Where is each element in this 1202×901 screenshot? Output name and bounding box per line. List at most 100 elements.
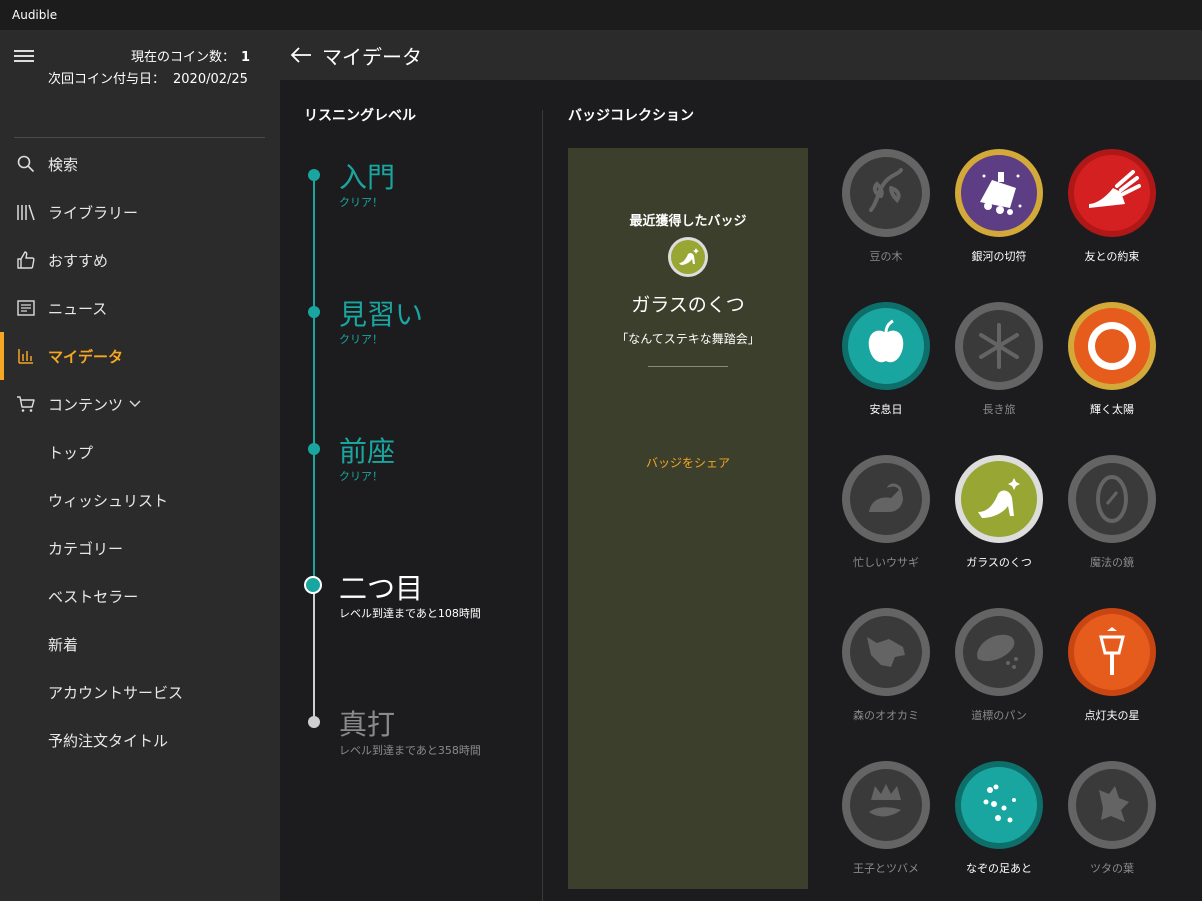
badge-item[interactable]: 豆の木: [836, 148, 936, 288]
sidebar-item-label: ライブラリー: [48, 203, 139, 222]
title-bar: Audible: [0, 0, 1202, 30]
recent-badge-quote: 「なんてステキな舞踏会」: [616, 332, 760, 346]
sun-icon: [1068, 302, 1156, 390]
sidebar-item-label: ウィッシュリスト: [48, 491, 169, 510]
coin-count: 現在のコイン数： 1: [131, 46, 250, 65]
crown-bird-icon: [842, 761, 930, 849]
badge-item[interactable]: 銀河の切符: [949, 148, 1049, 288]
wolf-icon: [842, 608, 930, 696]
sidebar-item-label: 予約注文タイトル: [48, 731, 169, 750]
level-status: レベル到達まであと358時間: [339, 744, 481, 757]
level-status: クリア！: [339, 470, 383, 483]
glass-slipper-icon: [667, 236, 709, 278]
badge-item[interactable]: 友との約束: [1062, 148, 1162, 288]
window-title: Audible: [12, 8, 58, 22]
badge-item[interactable]: ガラスのくつ: [949, 454, 1049, 594]
recent-badge-name: ガラスのくつ: [631, 294, 745, 316]
chevron-down-icon: [129, 400, 141, 408]
badge-label: 道標のパン: [971, 709, 1027, 722]
share-badge-link[interactable]: バッジをシェア: [568, 454, 808, 471]
bread-icon: [955, 608, 1043, 696]
level-name: 真打: [339, 708, 396, 741]
next-coin-value: 2020/02/25: [173, 72, 248, 87]
snowflake-icon: [955, 302, 1043, 390]
level-dot-cleared: [308, 443, 320, 455]
sidebar-item-mydata[interactable]: マイデータ: [0, 332, 280, 380]
sidebar-item-label: コンテンツ: [48, 395, 124, 414]
badge-label: ガラスのくつ: [966, 556, 1032, 569]
next-coin-date: 次回コイン付与日： 2020/02/25: [48, 68, 248, 87]
badge-label: 森のオオカミ: [853, 709, 919, 722]
badge-label: 魔法の鏡: [1090, 556, 1134, 569]
sidebar-item-wishlist[interactable]: ウィッシュリスト: [0, 476, 280, 524]
sidebar-item-label: トップ: [48, 443, 94, 462]
timeline-line-remaining: [313, 585, 315, 721]
badge-label: 友との約束: [1084, 250, 1140, 263]
ivy-leaf-icon: [1068, 761, 1156, 849]
badge-label: 輝く太陽: [1090, 403, 1134, 416]
level-status: クリア！: [339, 333, 383, 346]
sidebar: 現在のコイン数： 1 次回コイン付与日： 2020/02/25 検索 ライブラリー …: [0, 30, 280, 901]
badge-item[interactable]: 魔法の鏡: [1062, 454, 1162, 594]
main-content: リスニングレベル 入門 クリア！ 見習い クリア！ 前座 クリア！ 二つ目 レベ…: [280, 80, 1202, 901]
apple-icon: [842, 302, 930, 390]
sidebar-item-news[interactable]: ニュース: [0, 284, 280, 332]
section-divider: [542, 110, 543, 901]
sidebar-item-top[interactable]: トップ: [0, 428, 280, 476]
back-arrow-icon[interactable]: [290, 44, 312, 66]
news-icon: [16, 298, 36, 318]
sidebar-item-label: カテゴリー: [48, 539, 124, 558]
sidebar-item-label: ベストセラー: [48, 587, 139, 606]
badge-item[interactable]: 長き旅: [949, 301, 1049, 441]
badge-item[interactable]: なぞの足あと: [949, 760, 1049, 900]
badge-label: 忙しいウサギ: [853, 556, 919, 569]
library-icon: [16, 202, 36, 222]
level-name: 見習い: [339, 298, 424, 331]
badge-label: 王子とツバメ: [853, 862, 919, 875]
sidebar-item-categories[interactable]: カテゴリー: [0, 524, 280, 572]
listening-level-title: リスニングレベル: [304, 108, 416, 124]
level-dot-current: [304, 576, 322, 594]
badge-label: ツタの葉: [1090, 862, 1134, 875]
street-lamp-icon: [1068, 608, 1156, 696]
page-header: マイデータ: [280, 30, 1202, 80]
badge-item[interactable]: 忙しいウサギ: [836, 454, 936, 594]
sidebar-item-search[interactable]: 検索: [0, 140, 280, 188]
badge-collection-title: バッジコレクション: [568, 108, 694, 124]
level-status: レベル到達まであと108時間: [339, 607, 481, 620]
hamburger-menu-icon[interactable]: [14, 50, 34, 64]
sidebar-item-new-releases[interactable]: 新着: [0, 620, 280, 668]
bar-chart-icon: [16, 346, 36, 366]
recent-badge-panel: 最近獲得したバッジ ガラスのくつ 「なんてステキな舞踏会」 バッジをシェア: [568, 148, 808, 889]
cart-icon: [16, 394, 36, 414]
badge-item[interactable]: 安息日: [836, 301, 936, 441]
sidebar-item-recommendations[interactable]: おすすめ: [0, 236, 280, 284]
recent-badge-divider: [648, 366, 728, 367]
badge-item[interactable]: 点灯夫の星: [1062, 607, 1162, 747]
winged-shoe-icon: [1068, 149, 1156, 237]
sidebar-nav: 検索 ライブラリー おすすめ ニュース マイデータ コンテンツ トップ ウィッシ…: [0, 140, 280, 764]
next-coin-label: 次回コイン付与日：: [48, 72, 166, 87]
footprints-icon: [955, 761, 1043, 849]
sidebar-item-label: おすすめ: [48, 251, 109, 270]
sidebar-item-bestsellers[interactable]: ベストセラー: [0, 572, 280, 620]
sidebar-item-label: 新着: [48, 635, 79, 654]
badge-item[interactable]: 道標のパン: [949, 607, 1049, 747]
badge-item[interactable]: 森のオオカミ: [836, 607, 936, 747]
sidebar-item-library[interactable]: ライブラリー: [0, 188, 280, 236]
sidebar-item-preorders[interactable]: 予約注文タイトル: [0, 716, 280, 764]
badge-item[interactable]: ツタの葉: [1062, 760, 1162, 900]
badge-label: 豆の木: [869, 250, 903, 263]
badge-item[interactable]: 輝く太陽: [1062, 301, 1162, 441]
badge-label: 安息日: [869, 403, 903, 416]
sidebar-item-label: ニュース: [48, 299, 108, 318]
mirror-icon: [1068, 455, 1156, 543]
level-dot-cleared: [308, 169, 320, 181]
sidebar-item-account-service[interactable]: アカウントサービス: [0, 668, 280, 716]
level-dot-cleared: [308, 306, 320, 318]
sidebar-item-contents[interactable]: コンテンツ: [0, 380, 280, 428]
badge-item[interactable]: 王子とツバメ: [836, 760, 936, 900]
beanstalk-icon: [842, 149, 930, 237]
level-name: 入門: [339, 161, 396, 194]
thumbs-up-icon: [16, 250, 36, 270]
